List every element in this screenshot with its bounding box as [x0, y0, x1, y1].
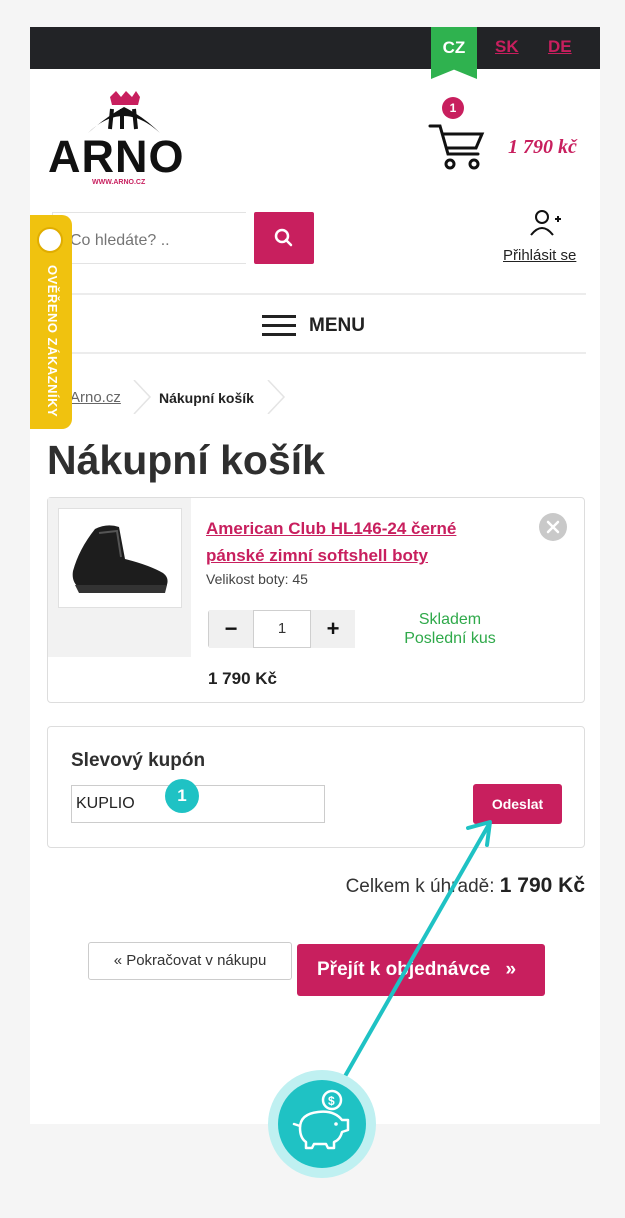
verified-seal-icon: [37, 227, 63, 253]
piggy-bank-icon: $: [292, 1089, 350, 1150]
svg-text:$: $: [328, 1094, 335, 1108]
product-title-link[interactable]: American Club HL146-24 černé pánské zimn…: [206, 515, 506, 569]
item-price: 1 790 Kč: [208, 669, 277, 688]
site-logo[interactable]: ARNO WWW.ARNO.CZ: [48, 89, 208, 189]
cart-count-badge: 1: [442, 97, 464, 119]
stock-status-line: Skladem: [418, 611, 482, 628]
coupon-label: Slevový kupón: [71, 750, 206, 771]
piggy-bank-circle: $: [278, 1080, 366, 1168]
double-chevron-right-icon: »: [505, 959, 517, 980]
search-button[interactable]: [254, 212, 314, 264]
product-size: Velikost boty: 45: [206, 571, 308, 587]
login-link[interactable]: Přihlásit se: [503, 247, 576, 264]
menu-label[interactable]: MENU: [309, 315, 365, 337]
breadcrumb-current: Nákupní košík: [159, 390, 254, 406]
breadcrumb-home[interactable]: Arno.cz: [70, 389, 121, 406]
boot-image: [72, 525, 168, 593]
language-de[interactable]: DE: [548, 37, 572, 57]
remove-item-button[interactable]: [539, 513, 567, 541]
stock-status: Skladem Poslední kus: [375, 610, 525, 648]
quantity-value[interactable]: 1: [254, 620, 310, 637]
order-total-label: Celkem k úhradě:: [345, 876, 495, 897]
order-total: Celkem k úhradě: 1 790 Kč: [346, 874, 585, 898]
checkout-button-label: Přejít k objednávce: [317, 959, 491, 980]
divider: [60, 293, 586, 295]
logo-url: WWW.ARNO.CZ: [92, 179, 146, 186]
coupon-submit-button[interactable]: Odeslat: [473, 784, 562, 824]
user-add-icon[interactable]: [528, 209, 562, 237]
hamburger-icon[interactable]: [262, 313, 298, 339]
logo-text: ARNO: [48, 131, 185, 182]
page-title: Nákupní košík: [47, 437, 325, 483]
order-total-amount: 1 790 Kč: [499, 874, 585, 897]
quantity-increase-button[interactable]: +: [310, 610, 355, 648]
cart-total[interactable]: 1 790 kč: [508, 136, 577, 159]
divider: [60, 352, 586, 354]
search-input[interactable]: [68, 227, 252, 255]
product-image[interactable]: [58, 508, 182, 608]
checkout-button[interactable]: Přejít k objednávce »: [297, 944, 545, 996]
close-icon: [546, 520, 560, 534]
step-number-badge: 1: [165, 779, 199, 813]
search-icon: [274, 228, 293, 247]
breadcrumb-separator-icon: [267, 380, 286, 414]
verified-customers-label: OVĚŘENO ZÁKAZNÍKY: [45, 265, 60, 418]
breadcrumb-separator-icon: [133, 380, 152, 414]
stock-last-piece: Poslední kus: [404, 630, 496, 647]
language-sk[interactable]: SK: [495, 37, 519, 57]
cart-icon[interactable]: [428, 122, 488, 172]
continue-shopping-button[interactable]: « Pokračovat v nákupu: [88, 942, 292, 980]
quantity-decrease-button[interactable]: −: [209, 610, 254, 648]
